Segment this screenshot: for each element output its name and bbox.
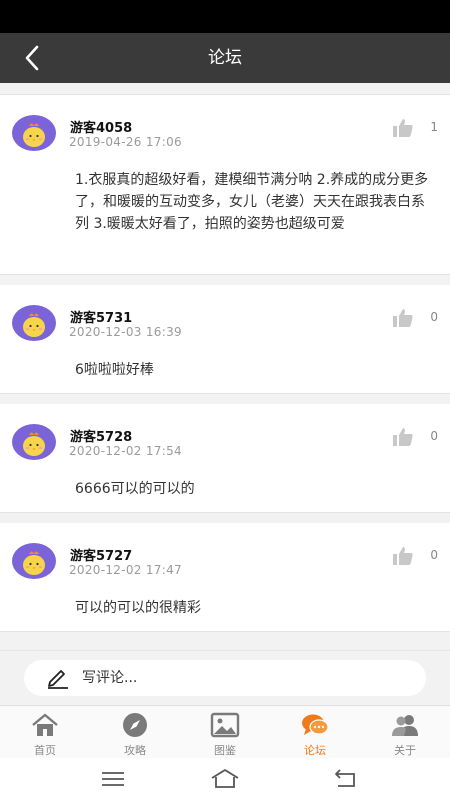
post-item[interactable]: 游客5731 2020-12-03 16:39 0 6啦啦啦好棒 xyxy=(0,285,450,394)
tab-label: 攻略 xyxy=(124,744,146,757)
post-username[interactable]: 游客5728 xyxy=(70,426,132,445)
tab-home[interactable]: 首页 xyxy=(0,706,90,758)
post-time: 2020-12-02 17:47 xyxy=(69,563,182,577)
menu-nav-button[interactable] xyxy=(98,766,128,792)
post-time: 2020-12-03 16:39 xyxy=(69,325,182,339)
tab-label: 论坛 xyxy=(304,744,326,757)
bottom-tab-bar: 首页 攻略 图鉴 论坛 关于 xyxy=(0,705,450,758)
system-nav-bar xyxy=(0,758,450,800)
home-nav-button[interactable] xyxy=(210,766,240,792)
tab-about[interactable]: 关于 xyxy=(360,706,450,758)
comment-bar: 写评论... xyxy=(0,650,450,705)
chick-avatar-icon xyxy=(23,313,45,337)
back-nav-button[interactable] xyxy=(330,766,360,792)
tab-label: 首页 xyxy=(34,744,56,757)
avatar[interactable] xyxy=(12,543,56,579)
post-item[interactable]: 游客5727 2020-12-02 17:47 0 可以的可以的很精彩 xyxy=(0,523,450,632)
avatar[interactable] xyxy=(12,115,56,151)
image-icon xyxy=(210,712,240,738)
post-list[interactable]: 游客4058 2019-04-26 17:06 1 1.衣服真的超级好看，建模细… xyxy=(0,83,450,650)
list-top-gap xyxy=(0,83,450,95)
chat-icon xyxy=(302,714,329,735)
chick-avatar-icon xyxy=(23,123,45,147)
post-item[interactable]: 游客5728 2020-12-02 17:54 0 6666可以的可以的 xyxy=(0,404,450,513)
like-button[interactable] xyxy=(392,117,414,139)
like-button[interactable] xyxy=(392,307,414,329)
comment-placeholder: 写评论... xyxy=(82,670,138,686)
thumbs-up-icon xyxy=(393,547,413,565)
menu-icon xyxy=(102,772,124,786)
post-body: 6啦啦啦好棒 xyxy=(75,362,154,378)
tab-gallery[interactable]: 图鉴 xyxy=(180,706,270,758)
compass-icon xyxy=(123,713,147,737)
like-count: 0 xyxy=(430,548,438,562)
like-count: 0 xyxy=(430,310,438,324)
return-icon xyxy=(335,769,355,787)
post-time: 2019-04-26 17:06 xyxy=(69,135,182,149)
post-username[interactable]: 游客4058 xyxy=(70,117,132,136)
post-body: 可以的可以的很精彩 xyxy=(75,600,201,616)
post-body: 1.衣服真的超级好看，建模细节满分呐 2.养成的成分更多了，和暖暖的互动变多，女… xyxy=(75,172,429,232)
comment-input[interactable]: 写评论... xyxy=(24,660,426,696)
like-button[interactable] xyxy=(392,426,414,448)
like-count: 1 xyxy=(430,120,438,134)
thumbs-up-icon xyxy=(393,119,413,137)
status-bar xyxy=(0,0,450,33)
home-outline-icon xyxy=(211,769,239,788)
like-count: 0 xyxy=(430,429,438,443)
thumbs-up-icon xyxy=(393,428,413,446)
pencil-icon xyxy=(48,670,68,689)
home-icon xyxy=(32,713,58,736)
chick-avatar-icon xyxy=(23,551,45,575)
like-button[interactable] xyxy=(392,545,414,567)
tab-label: 图鉴 xyxy=(214,744,236,757)
post-body: 6666可以的可以的 xyxy=(75,481,195,497)
tab-guide[interactable]: 攻略 xyxy=(90,706,180,758)
post-username[interactable]: 游客5727 xyxy=(70,545,132,564)
tab-label: 关于 xyxy=(394,744,416,757)
post-username[interactable]: 游客5731 xyxy=(70,307,132,326)
post-time: 2020-12-02 17:54 xyxy=(69,444,182,458)
thumbs-up-icon xyxy=(393,309,413,327)
avatar[interactable] xyxy=(12,305,56,341)
avatar[interactable] xyxy=(12,424,56,460)
chick-avatar-icon xyxy=(23,432,45,456)
tab-forum[interactable]: 论坛 xyxy=(270,706,360,758)
post-item[interactable]: 游客4058 2019-04-26 17:06 1 1.衣服真的超级好看，建模细… xyxy=(0,95,450,275)
users-icon xyxy=(392,715,418,736)
top-bar: 论坛 xyxy=(0,33,450,83)
page-title: 论坛 xyxy=(208,48,242,68)
